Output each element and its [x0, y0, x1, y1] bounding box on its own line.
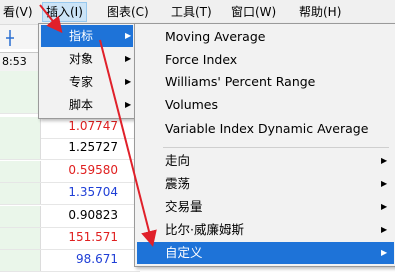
menu-item-indicators[interactable]: 指标 ▶ [41, 25, 133, 47]
insert-menu-dropdown: 指标 ▶ 对象 ▶ 专家 ▶ 脚本 ▶ [38, 23, 136, 119]
submenu-arrow-icon: ▶ [381, 156, 388, 165]
time-label: 8:53 [0, 52, 39, 72]
table-row[interactable]: 0.90823 [0, 206, 140, 228]
menu-item-scripts[interactable]: 脚本 ▶ [41, 94, 133, 116]
menu-item-label: Variable Index Dynamic Average [165, 121, 369, 136]
menu-bar: 看(V) 插入(I) 图表(C) 工具(T) 窗口(W) 帮助(H) [0, 0, 395, 25]
price-value: 151.571 [68, 230, 118, 244]
menu-item-label: Volumes [165, 97, 219, 112]
menu-item-label: Moving Average [165, 29, 266, 44]
menu-item-oscillators[interactable]: 震荡 ▶ [137, 173, 394, 195]
price-value: 1.25727 [68, 140, 118, 154]
menu-insert[interactable]: 插入(I) [42, 2, 87, 22]
table-row[interactable]: 1.35704 [0, 183, 140, 205]
price-value: 0.90823 [68, 208, 118, 222]
submenu-arrow-icon: ▶ [125, 77, 132, 86]
table-row[interactable]: 1.07747 [0, 117, 140, 139]
submenu-arrow-icon: ▶ [381, 179, 388, 188]
price-value: 98.671 [76, 252, 118, 266]
submenu-arrow-icon: ▶ [381, 248, 388, 257]
menu-view[interactable]: 看(V) [0, 3, 36, 21]
menu-window[interactable]: 窗口(W) [228, 3, 279, 21]
menu-item-vidya[interactable]: Variable Index Dynamic Average [137, 118, 394, 140]
price-value: 1.35704 [68, 185, 118, 199]
table-row[interactable]: 98.671 [0, 250, 140, 272]
menu-item-experts[interactable]: 专家 ▶ [41, 71, 133, 93]
menu-item-label: 指标 [69, 29, 94, 43]
submenu-arrow-icon: ▶ [125, 54, 132, 63]
menu-item-volumes[interactable]: Volumes [137, 94, 394, 116]
menu-tools[interactable]: 工具(T) [168, 3, 215, 21]
menu-item-label: 专家 [69, 75, 94, 89]
submenu-arrow-icon: ▶ [125, 100, 132, 109]
crosshair-icon[interactable] [3, 29, 17, 47]
menu-item-custom[interactable]: 自定义 ▶ [137, 242, 394, 264]
table-row[interactable]: 151.571 [0, 228, 140, 250]
menu-item-label: 走向 [165, 153, 191, 168]
menu-item-volumes-group[interactable]: 交易量 ▶ [137, 196, 394, 218]
menu-item-trend[interactable]: 走向 ▶ [137, 150, 394, 172]
indicators-submenu: Moving Average Force Index Williams' Per… [134, 23, 395, 267]
price-value: 1.07747 [68, 119, 118, 133]
menu-item-label: 脚本 [69, 98, 94, 112]
table-row[interactable]: 1.25727 [0, 138, 140, 160]
submenu-arrow-icon: ▶ [381, 225, 388, 234]
menu-item-force-index[interactable]: Force Index [137, 49, 394, 71]
menu-item-label: Williams' Percent Range [165, 74, 316, 89]
menu-item-label: Force Index [165, 52, 238, 67]
menu-item-williams-percent-range[interactable]: Williams' Percent Range [137, 71, 394, 93]
menu-item-objects[interactable]: 对象 ▶ [41, 48, 133, 70]
menu-item-moving-average[interactable]: Moving Average [137, 26, 394, 48]
table-row[interactable]: 0.59580 [0, 161, 140, 183]
price-value: 0.59580 [68, 163, 118, 177]
menu-item-label: 交易量 [165, 199, 203, 214]
submenu-arrow-icon: ▶ [381, 202, 388, 211]
submenu-arrow-icon: ▶ [125, 31, 132, 40]
menu-separator [163, 147, 389, 148]
menu-item-label: 比尔·威廉姆斯 [165, 222, 244, 237]
menu-help[interactable]: 帮助(H) [296, 3, 344, 21]
menu-charts[interactable]: 图表(C) [104, 3, 152, 21]
menu-item-label: 对象 [69, 52, 94, 66]
menu-item-label: 自定义 [165, 245, 203, 260]
menu-item-bill-williams[interactable]: 比尔·威廉姆斯 ▶ [137, 219, 394, 241]
menu-item-label: 震荡 [165, 176, 191, 191]
